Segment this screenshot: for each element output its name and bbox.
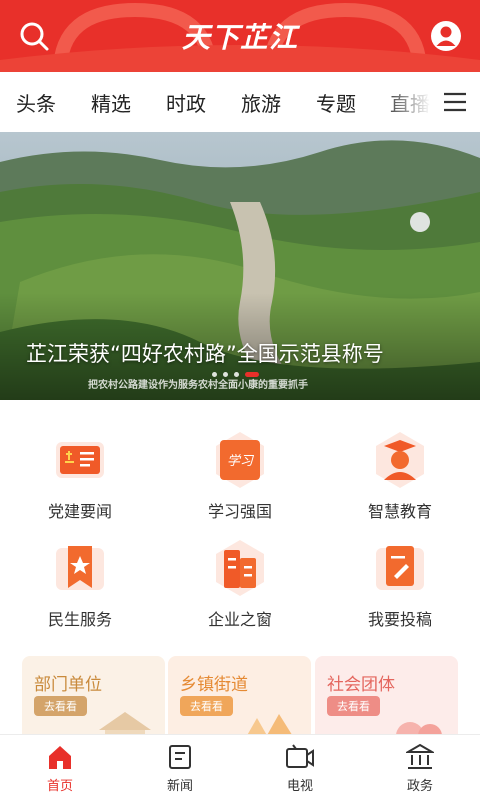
service-label: 企业之窗 (207, 610, 272, 629)
card-go-button[interactable]: 去看看 (180, 696, 233, 716)
tab-topics[interactable]: 专题 (316, 88, 356, 117)
study-icon: 学习 (216, 432, 264, 488)
app-logo: 天下芷江 (181, 21, 298, 54)
building-icon (99, 712, 151, 734)
user-icon (431, 21, 461, 51)
card-title: 社会团体 (327, 675, 395, 695)
service-enterprise[interactable]: 企业之窗 (160, 538, 320, 638)
svg-text:学习: 学习 (227, 453, 255, 469)
home-icon (49, 746, 71, 769)
bottom-navigation: 首页 新闻 电视 政务 (0, 734, 480, 800)
banner-image-caption: 把农村公路建设作为服务农村全面小康的重要抓手 (88, 380, 308, 391)
tab-headlines[interactable]: 头条 (16, 88, 56, 117)
menu-icon[interactable] (442, 90, 468, 114)
government-icon (406, 743, 434, 769)
nav-label: 电视 (286, 779, 313, 794)
service-education[interactable]: 智慧教育 (320, 430, 480, 530)
channel-tabs: 头条 精选 时政 旅游 专题 直播 (0, 72, 480, 132)
group-icon (396, 722, 442, 734)
livelihood-icon (56, 546, 104, 590)
submit-icon (376, 546, 424, 590)
party-news-icon (56, 442, 104, 478)
education-icon (376, 432, 424, 488)
tab-travel[interactable]: 旅游 (241, 88, 281, 117)
service-label: 党建要闻 (47, 502, 112, 521)
user-profile-button[interactable] (426, 16, 466, 56)
tab-featured[interactable]: 精选 (91, 88, 131, 117)
app-header: 天下芷江 (0, 0, 480, 72)
card-social-groups[interactable]: 社会团体 去看看 (315, 656, 458, 734)
service-label: 学习强国 (207, 502, 272, 521)
category-cards: 部门单位 去看看 乡镇街道 去看看 社会团体 去看看 (0, 654, 480, 734)
service-submit[interactable]: 我要投稿 (320, 538, 480, 638)
card-departments[interactable]: 部门单位 去看看 (22, 656, 165, 734)
nav-news[interactable]: 新闻 (120, 743, 240, 799)
tab-politics[interactable]: 时政 (166, 88, 206, 117)
nav-government[interactable]: 政务 (360, 743, 480, 799)
service-label: 智慧教育 (367, 502, 432, 521)
nav-tv[interactable]: 电视 (240, 743, 360, 799)
enterprise-icon (216, 540, 264, 596)
service-party-news[interactable]: 党建要闻 (0, 430, 160, 530)
card-go-button[interactable]: 去看看 (327, 696, 380, 716)
tv-icon (286, 744, 314, 768)
nav-label: 新闻 (166, 779, 193, 794)
nav-label: 首页 (46, 779, 73, 794)
card-title: 乡镇街道 (180, 675, 248, 695)
tabs-fade-overlay (380, 72, 440, 132)
service-study[interactable]: 学习 学习强国 (160, 430, 320, 530)
card-townships[interactable]: 乡镇街道 去看看 (168, 656, 311, 734)
card-title: 部门单位 (34, 675, 102, 695)
nav-home[interactable]: 首页 (0, 743, 120, 799)
service-label: 我要投稿 (367, 610, 432, 629)
service-livelihood[interactable]: 民生服务 (0, 538, 160, 638)
service-grid: 党建要闻 学习 学习强国 智慧教育 民生服务 企业之窗 我要投稿 (0, 400, 480, 650)
mountain-icon (247, 714, 292, 734)
news-banner-carousel[interactable]: 芷江荣获“四好农村路”全国示范县称号 把农村公路建设作为服务农村全面小康的重要抓… (0, 132, 480, 400)
card-go-button[interactable]: 去看看 (34, 696, 87, 716)
nav-label: 政务 (406, 779, 433, 794)
banner-headline[interactable]: 芷江荣获“四好农村路”全国示范县称号 (26, 338, 384, 368)
service-label: 民生服务 (47, 610, 112, 629)
news-icon (169, 745, 191, 769)
